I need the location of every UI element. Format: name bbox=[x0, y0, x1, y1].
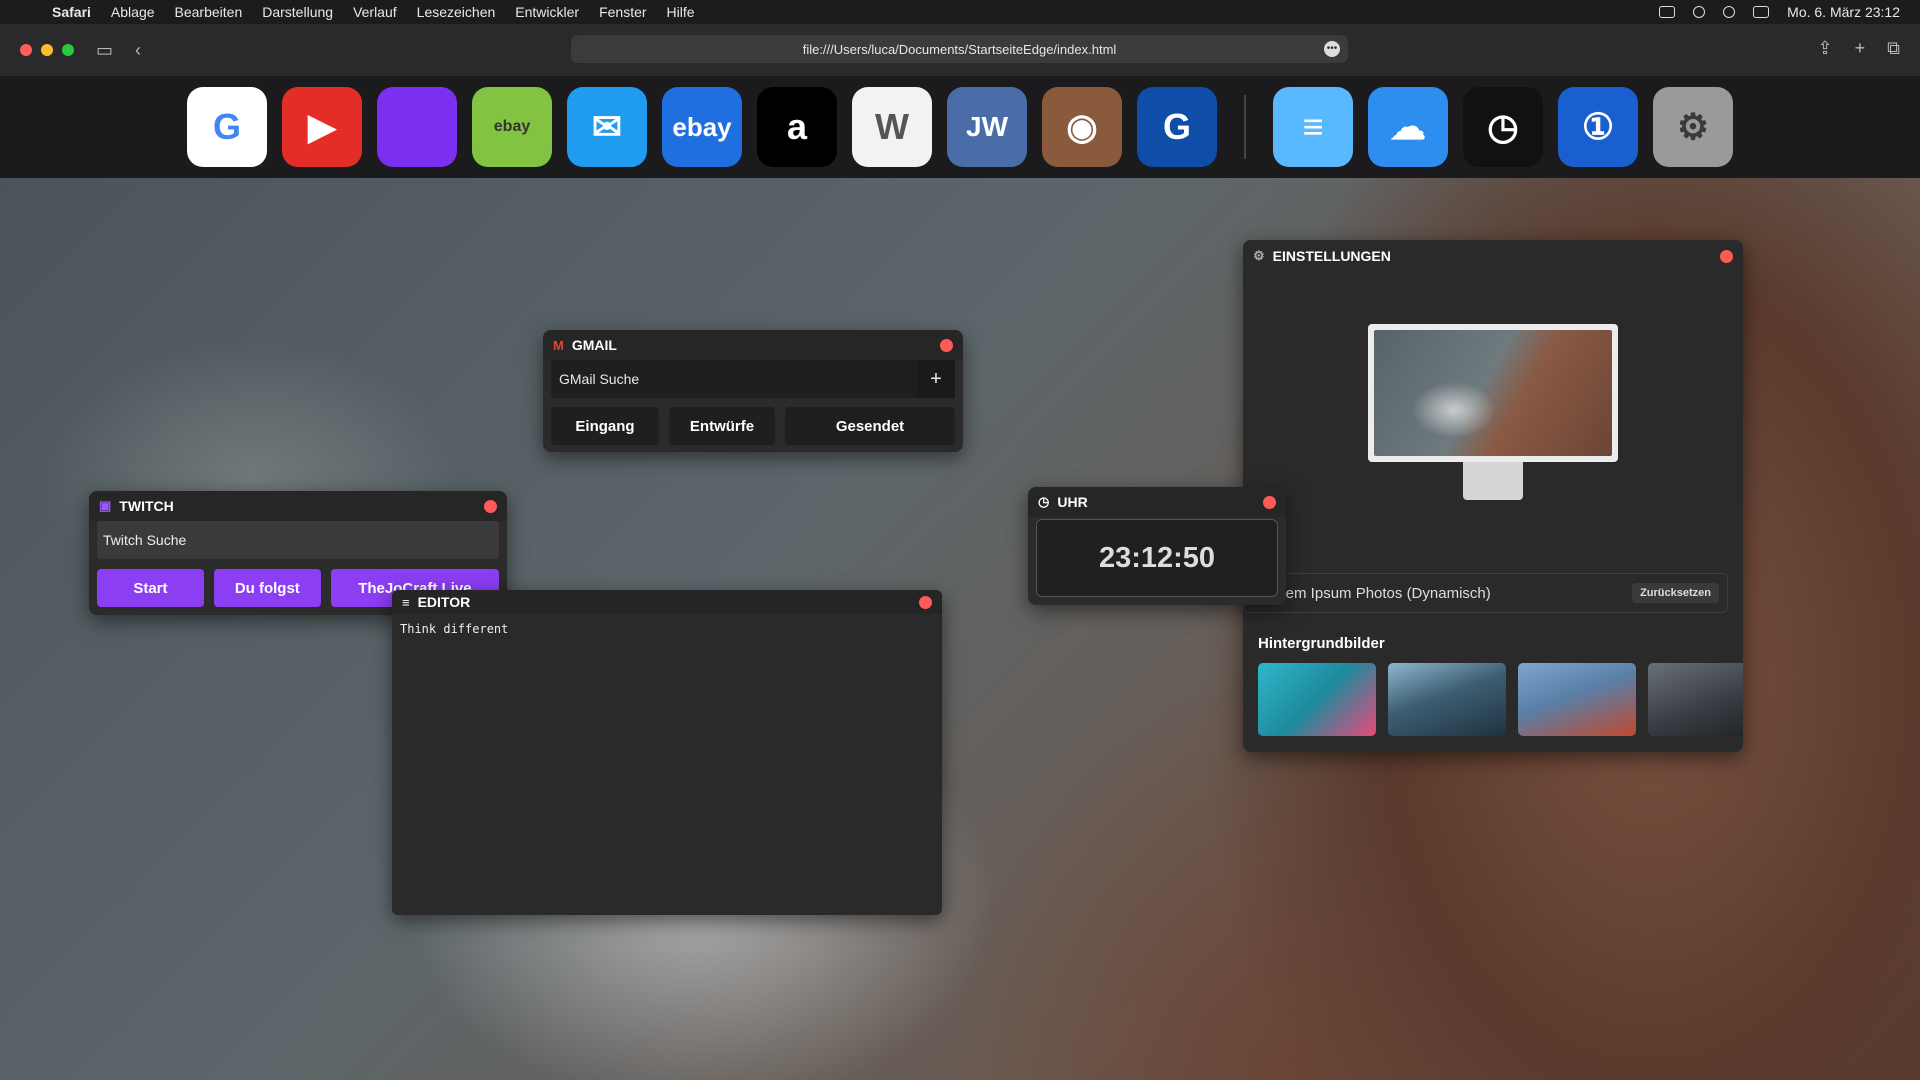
gmail-buttons: Eingang Entwürfe Gesendet bbox=[551, 407, 955, 445]
clock-close-button[interactable] bbox=[1263, 495, 1276, 509]
gmail-search-input[interactable]: GMail Suche + bbox=[551, 360, 955, 398]
settings-close-button[interactable] bbox=[1720, 249, 1733, 263]
menu-safari[interactable]: Safari bbox=[42, 4, 101, 20]
twitch-small-icon: ▣ bbox=[99, 498, 112, 513]
menu-lesezeichen[interactable]: Lesezeichen bbox=[407, 4, 506, 20]
settings-icon[interactable]: ⚙ bbox=[1653, 87, 1733, 167]
monitor-screen bbox=[1368, 324, 1618, 462]
twitch-start-button[interactable]: Start bbox=[97, 569, 204, 607]
settings-widget: ⚙ EINSTELLUNGEN Lorem Ipsum Photos (Dyna… bbox=[1243, 240, 1743, 752]
gmail-title: GMAIL bbox=[571, 337, 617, 353]
twitch-search-placeholder: Twitch Suche bbox=[103, 532, 187, 548]
battery-icon[interactable] bbox=[1659, 6, 1676, 18]
wallpaper-preview-image bbox=[1374, 330, 1612, 456]
background-thumbnails bbox=[1258, 663, 1743, 736]
menu-icon: ≡ bbox=[402, 594, 410, 610]
instagram-icon[interactable]: ◉ bbox=[1042, 87, 1122, 167]
gmail-close-button[interactable] bbox=[940, 338, 953, 352]
menu-bar: Safari Ablage Bearbeiten Darstellung Ver… bbox=[0, 0, 1920, 24]
wifi-icon[interactable] bbox=[1693, 6, 1706, 18]
twitch-header[interactable]: ▣ TWITCH bbox=[89, 491, 507, 521]
twitch-close-button[interactable] bbox=[484, 499, 497, 513]
wikipedia-icon[interactable]: W bbox=[852, 87, 932, 167]
background-thumbnail[interactable] bbox=[1648, 663, 1743, 736]
clock-icon[interactable]: ◷ bbox=[1463, 87, 1543, 167]
tab-overview-icon[interactable]: ⧉ bbox=[1887, 38, 1900, 59]
control-center-icon[interactable] bbox=[1753, 6, 1770, 18]
editor-close-button[interactable] bbox=[919, 595, 932, 609]
password-manager-icon[interactable]: ① bbox=[1558, 87, 1638, 167]
clock-small-icon: ◷ bbox=[1038, 494, 1050, 509]
window-close-button[interactable] bbox=[20, 44, 32, 56]
backgrounds-title: Hintergrundbilder bbox=[1258, 635, 1385, 652]
amazon-icon[interactable]: a bbox=[757, 87, 837, 167]
youtube-icon[interactable]: ▶ bbox=[282, 87, 362, 167]
wallpaper-source-label: Lorem Ipsum Photos (Dynamisch) bbox=[1264, 584, 1491, 602]
menu-verlauf[interactable]: Verlauf bbox=[343, 4, 407, 20]
back-icon[interactable]: ‹ bbox=[135, 40, 141, 61]
search-icon[interactable] bbox=[1723, 6, 1736, 18]
gmail-compose-button[interactable]: + bbox=[917, 360, 955, 398]
gmail-inbox-button[interactable]: Eingang bbox=[551, 407, 659, 445]
address-bar[interactable]: file:///Users/luca/Documents/StartseiteE… bbox=[571, 35, 1348, 63]
wallpaper-source-row[interactable]: Lorem Ipsum Photos (Dynamisch) Zurückset… bbox=[1243, 573, 1728, 613]
wallpaper-preview-monitor bbox=[1368, 324, 1618, 500]
ebay-kleinanzeigen-icon[interactable]: ebay bbox=[472, 87, 552, 167]
editor-textarea[interactable]: Think different bbox=[392, 614, 942, 644]
weather-icon[interactable]: ☁ bbox=[1368, 87, 1448, 167]
status-area: Mo. 6. März 23:12 bbox=[1659, 4, 1920, 20]
sidebar-toggle-icon[interactable]: ▭ bbox=[96, 40, 113, 61]
gear-icon: ⚙ bbox=[1253, 248, 1265, 263]
notes-icon[interactable]: ≡ bbox=[1273, 87, 1353, 167]
editor-header[interactable]: ≡ EDITOR bbox=[392, 590, 942, 614]
favorites-dock: G ▶ ebay ✉ ebay a W JW ◉ G ≡ ☁ ◷ ① ⚙ bbox=[0, 76, 1920, 178]
google-icon[interactable]: G bbox=[187, 87, 267, 167]
window-zoom-button[interactable] bbox=[62, 44, 74, 56]
monitor-stand bbox=[1463, 462, 1523, 500]
background-thumbnail[interactable] bbox=[1518, 663, 1636, 736]
jw-org-icon[interactable]: JW bbox=[947, 87, 1027, 167]
url-text: file:///Users/luca/Documents/StartseiteE… bbox=[802, 41, 1117, 57]
g-icon[interactable]: G bbox=[1137, 87, 1217, 167]
toolbar-actions: ⇪ + ⧉ bbox=[1818, 38, 1900, 59]
clock-widget: ◷ UHR 23:12:50 bbox=[1028, 487, 1286, 605]
gmail-icon: M bbox=[553, 337, 564, 353]
clock-header[interactable]: ◷ UHR bbox=[1028, 487, 1286, 517]
new-tab-icon[interactable]: + bbox=[1855, 38, 1866, 59]
reset-button[interactable]: Zurücksetzen bbox=[1632, 583, 1719, 603]
page-menu-button[interactable]: ••• bbox=[1324, 41, 1340, 57]
gmail-widget: M GMAIL GMail Suche + Eingang Entwürfe G… bbox=[543, 330, 963, 452]
gmail-sent-button[interactable]: Gesendet bbox=[785, 407, 955, 445]
settings-title: EINSTELLUNGEN bbox=[1272, 248, 1391, 264]
editor-widget: ≡ EDITOR Think different bbox=[392, 590, 942, 915]
twitch-icon[interactable] bbox=[377, 87, 457, 167]
gmail-search-placeholder: GMail Suche bbox=[559, 371, 640, 387]
menu-bearbeiten[interactable]: Bearbeiten bbox=[165, 4, 253, 20]
background-thumbnail[interactable] bbox=[1388, 663, 1506, 736]
dock-separator bbox=[1244, 95, 1246, 159]
editor-title: EDITOR bbox=[417, 594, 471, 610]
menu-fenster[interactable]: Fenster bbox=[589, 4, 656, 20]
background-thumbnail[interactable] bbox=[1258, 663, 1376, 736]
menu-hilfe[interactable]: Hilfe bbox=[657, 4, 705, 20]
menu-clock[interactable]: Mo. 6. März 23:12 bbox=[1787, 4, 1900, 20]
mail-icon[interactable]: ✉ bbox=[567, 87, 647, 167]
share-icon[interactable]: ⇪ bbox=[1818, 38, 1833, 59]
menu-darstellung[interactable]: Darstellung bbox=[252, 4, 343, 20]
browser-toolbar: ▭ ‹ file:///Users/luca/Documents/Startse… bbox=[0, 24, 1920, 76]
gmail-drafts-button[interactable]: Entwürfe bbox=[669, 407, 775, 445]
clock-title: UHR bbox=[1057, 494, 1088, 510]
twitch-search-input[interactable]: Twitch Suche bbox=[97, 521, 499, 559]
twitch-title: TWITCH bbox=[119, 498, 174, 514]
menu-entwickler[interactable]: Entwickler bbox=[505, 4, 589, 20]
twitch-following-button[interactable]: Du folgst bbox=[213, 569, 321, 607]
settings-header[interactable]: ⚙ EINSTELLUNGEN bbox=[1243, 240, 1743, 272]
clock-time: 23:12:50 bbox=[1036, 519, 1278, 597]
menu-ablage[interactable]: Ablage bbox=[101, 4, 165, 20]
ebay-icon[interactable]: ebay bbox=[662, 87, 742, 167]
window-minimize-button[interactable] bbox=[41, 44, 53, 56]
gmail-header[interactable]: M GMAIL bbox=[543, 330, 963, 360]
window-controls bbox=[20, 44, 74, 56]
